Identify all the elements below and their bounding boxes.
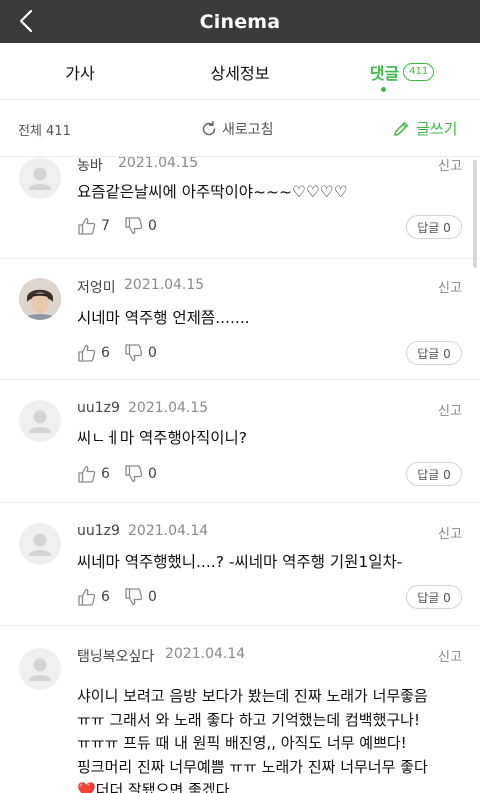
thumbs-up-icon (78, 217, 96, 235)
comment-count-badge: 411 (403, 62, 435, 81)
like-button[interactable]: 7 (77, 216, 110, 236)
like-button[interactable]: 6 (77, 587, 110, 607)
comment-item: 탬닝복오싶다 2021.04.14 신고 샤이니 보려고 음방 보다가 봤는데 … (0, 626, 480, 793)
report-button[interactable]: 신고 (438, 523, 462, 542)
thumbs-down-icon (125, 217, 143, 235)
write-comment-button[interactable]: 글쓰기 (392, 118, 457, 139)
thumbs-up-icon (78, 588, 96, 606)
comment-text-line: ㅠㅠ 그래서 와 노래 좋다 하고 기억했는데 컴백했구나! (77, 710, 420, 729)
tab-details[interactable]: 상세정보 (190, 43, 290, 100)
tab-label: 상세정보 (210, 63, 270, 83)
refresh-label: 새로고침 (222, 122, 274, 138)
comment-item: 저엉미 2021.04.15 신고 시네마 역주행 언제쯤....... 6 0… (0, 259, 480, 380)
like-button[interactable]: 6 (77, 464, 110, 484)
dislike-count: 0 (148, 345, 157, 361)
report-button[interactable]: 신고 (438, 157, 462, 174)
tab-label: 댓글 (369, 63, 400, 83)
write-label: 글쓰기 (416, 120, 458, 138)
comment-date: 2021.04.15 (118, 157, 199, 171)
tab-label: 가사 (65, 63, 95, 83)
comment-text: 씨ㄴㅔ마 역주행아직이니? (77, 429, 248, 447)
thumbs-down-icon (125, 465, 143, 483)
thumbs-down-icon (125, 344, 143, 362)
comment-text: 요즘같은날씨에 아주딱이야~~~♡♡♡♡ (77, 183, 348, 201)
like-count: 6 (101, 345, 110, 361)
tab-comments[interactable]: 댓글 411 (352, 43, 452, 100)
refresh-button[interactable]: 새로고침 (200, 119, 274, 139)
comment-date: 2021.04.14 (128, 523, 209, 539)
scrollbar[interactable] (473, 160, 477, 268)
total-count: 전체 411 (18, 124, 71, 139)
dislike-count: 0 (148, 589, 157, 605)
report-button[interactable]: 신고 (438, 277, 462, 296)
dislike-count: 0 (148, 466, 157, 482)
comment-item: uu1z9 2021.04.14 신고 씨네마 역주행했니....? -씨네마 … (0, 503, 480, 626)
default-avatar-icon[interactable] (19, 400, 61, 442)
like-count: 6 (101, 589, 110, 605)
like-count: 7 (101, 218, 110, 234)
comment-nickname[interactable]: uu1z9 (77, 400, 120, 416)
dislike-button[interactable]: 0 (124, 343, 157, 363)
thumbs-down-icon (125, 588, 143, 606)
comment-item: 농바 2021.04.15 신고 요즘같은날씨에 아주딱이야~~~♡♡♡♡ 7 … (0, 157, 480, 259)
tab-lyrics[interactable]: 가사 (30, 43, 130, 100)
comment-nickname[interactable]: 탬닝복오싶다 (77, 646, 154, 666)
like-button[interactable]: 6 (77, 343, 110, 363)
comment-date: 2021.04.15 (128, 400, 209, 416)
comment-text: 샤이니 보려고 음방 보다가 봤는데 진짜 노래가 너무좋음 ㅠㅠ 그래서 와 … (77, 685, 472, 793)
tab-bar: 가사 상세정보 댓글 411 (0, 43, 480, 100)
comment-text-line: 샤이니 보려고 음방 보다가 봤는데 진짜 노래가 너무좋음 (77, 687, 428, 705)
comment-date: 2021.04.15 (124, 277, 205, 293)
comment-text: 시네마 역주행 언제쯤....... (77, 309, 250, 327)
report-button[interactable]: 신고 (438, 400, 462, 419)
comment-toolbar: 전체 411 새로고침 글쓰기 (0, 101, 480, 157)
comment-text-line: ❤️더더 잘됐으면 좋겠다 (77, 781, 230, 793)
profile-photo[interactable] (19, 278, 61, 320)
comment-nickname[interactable]: 농바 (77, 157, 103, 175)
comment-text-line: 핑크머리 진짜 너무예쁨 ㅠㅠ 노래가 진짜 너무너무 좋다 (77, 757, 428, 776)
comment-item: uu1z9 2021.04.15 신고 씨ㄴㅔ마 역주행아직이니? 6 0 답글… (0, 380, 480, 503)
active-tab-indicator (381, 87, 386, 92)
chevron-left-icon (19, 9, 33, 33)
like-count: 6 (101, 466, 110, 482)
default-avatar-icon[interactable] (19, 648, 61, 690)
top-bar: Cinema (0, 0, 480, 43)
comment-text: 씨네마 역주행했니....? -씨네마 역주행 기원1일차- (77, 553, 403, 571)
reply-button[interactable]: 답글 0 (406, 585, 462, 609)
dislike-count: 0 (148, 218, 157, 234)
comment-nickname[interactable]: 저엉미 (77, 277, 116, 297)
thumbs-up-icon (78, 344, 96, 362)
back-button[interactable] (14, 8, 38, 34)
comment-nickname[interactable]: uu1z9 (77, 523, 120, 539)
default-avatar-icon[interactable] (19, 157, 61, 199)
reply-button[interactable]: 답글 0 (406, 215, 462, 239)
reply-button[interactable]: 답글 0 (406, 341, 462, 365)
comment-text-line: ㅠㅠㅠ 프듀 때 내 원픽 배진영,, 아직도 너무 예쁘다! (77, 734, 407, 752)
thumbs-up-icon (78, 465, 96, 483)
default-avatar-icon[interactable] (19, 523, 61, 565)
comment-list[interactable]: 농바 2021.04.15 신고 요즘같은날씨에 아주딱이야~~~♡♡♡♡ 7 … (0, 157, 480, 793)
dislike-button[interactable]: 0 (124, 216, 157, 236)
pencil-icon (394, 121, 408, 136)
comment-date: 2021.04.14 (165, 646, 246, 662)
report-button[interactable]: 신고 (438, 646, 462, 665)
refresh-icon (202, 121, 216, 136)
dislike-button[interactable]: 0 (124, 464, 157, 484)
page-title: Cinema (199, 10, 281, 33)
dislike-button[interactable]: 0 (124, 587, 157, 607)
reply-button[interactable]: 답글 0 (406, 462, 462, 486)
